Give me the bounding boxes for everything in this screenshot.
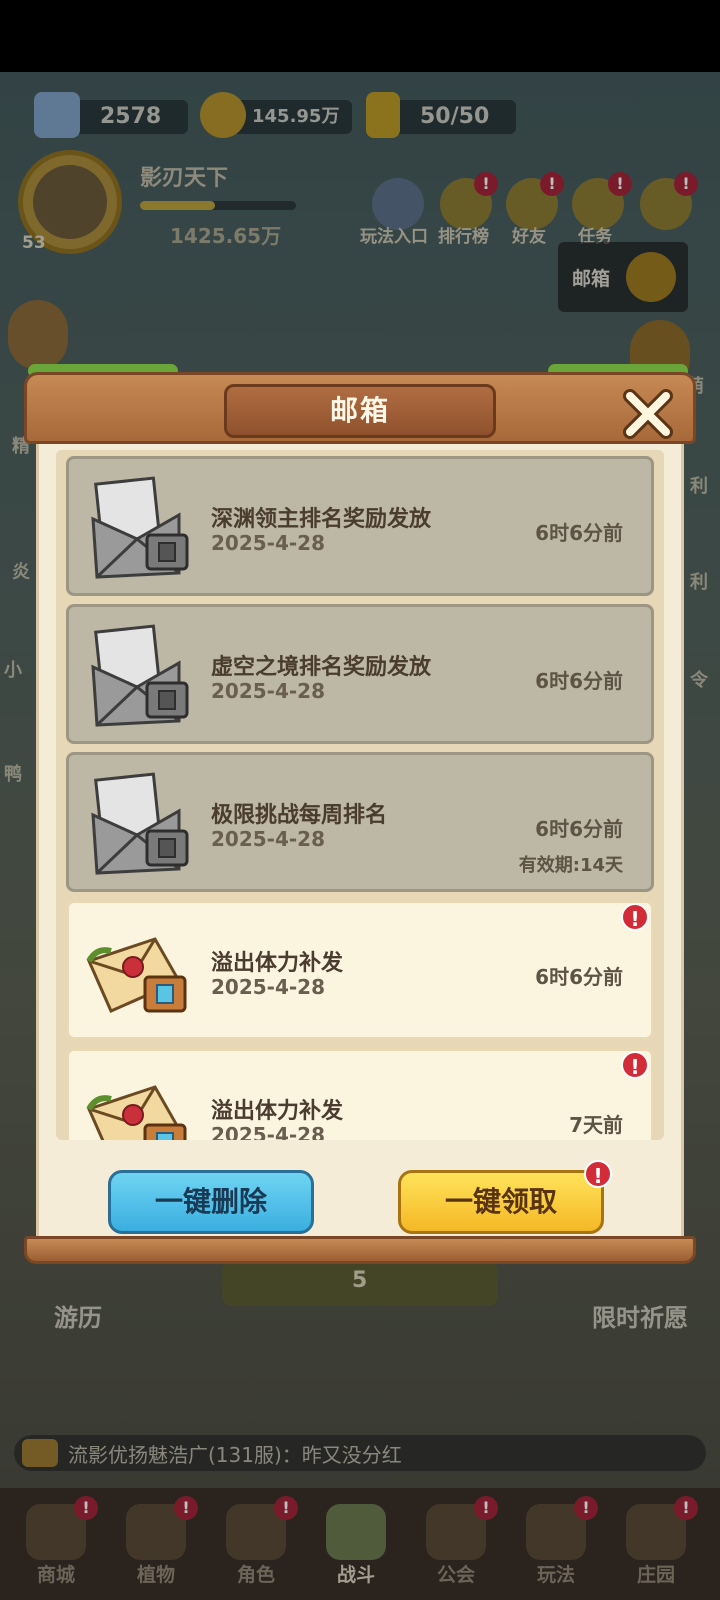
envelope-gray-icon (91, 772, 189, 875)
envelope-gold-icon (86, 1085, 187, 1140)
mail-item[interactable]: 溢出体力补发 2025-4-28 7天前 ! (66, 1048, 654, 1140)
mail-time: 6时6分前 (535, 521, 623, 545)
modal-title: 邮箱 (329, 394, 390, 427)
mail-item[interactable]: 虚空之境排名奖励发放 2025-4-28 6时6分前 (66, 604, 654, 744)
unread-badge-icon: ! (621, 1051, 649, 1079)
close-icon (623, 389, 673, 439)
mail-expiry: 有效期:14天 (518, 855, 623, 876)
mail-date: 2025-4-28 (211, 679, 326, 703)
mail-time: 6时6分前 (535, 965, 623, 989)
envelope-gray-icon (91, 624, 189, 727)
mail-item[interactable]: 极限挑战每周排名 2025-4-28 6时6分前 有效期:14天 (66, 752, 654, 892)
mail-title: 溢出体力补发 (211, 951, 344, 976)
mail-list[interactable]: 深渊领主排名奖励发放 2025-4-28 6时6分前 虚空之境排名奖励发放 20… (56, 450, 664, 1140)
mail-title: 极限挑战每周排名 (211, 803, 388, 828)
title-plate: 邮箱 (224, 384, 496, 438)
delete-all-button[interactable]: 一键删除 (108, 1170, 314, 1234)
mail-time: 6时6分前 (535, 817, 623, 841)
envelope-gray-icon (91, 476, 189, 579)
status-bar (0, 0, 720, 72)
claim-badge-icon: ! (584, 1160, 612, 1188)
mail-date: 2025-4-28 (211, 531, 326, 555)
close-button[interactable] (620, 386, 676, 442)
mail-item[interactable]: 溢出体力补发 2025-4-28 6时6分前 ! (66, 900, 654, 1040)
mail-time: 6时6分前 (535, 669, 623, 693)
unread-badge-icon: ! (621, 903, 649, 931)
mail-title: 虚空之境排名奖励发放 (211, 655, 432, 680)
envelope-gold-icon (86, 937, 187, 1013)
mail-title: 溢出体力补发 (211, 1099, 344, 1124)
mail-item[interactable]: 深渊领主排名奖励发放 2025-4-28 6时6分前 (66, 456, 654, 596)
claim-all-button[interactable]: 一键领取 (398, 1170, 604, 1234)
mail-date: 2025-4-28 (211, 827, 326, 851)
mail-date: 2025-4-28 (211, 1123, 326, 1140)
mail-title: 深渊领主排名奖励发放 (211, 507, 432, 532)
mail-date: 2025-4-28 (211, 975, 326, 999)
modal-footer-bar (24, 1236, 696, 1264)
mail-time: 7天前 (569, 1113, 623, 1137)
